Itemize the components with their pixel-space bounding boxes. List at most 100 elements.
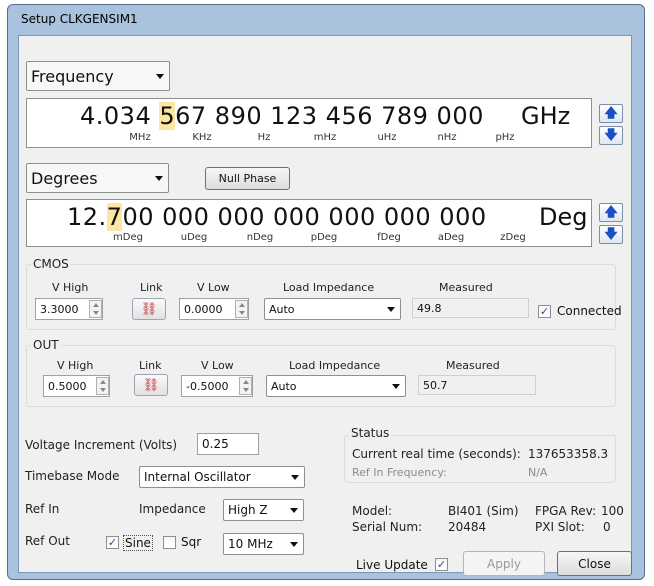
- phase-sub-unit: pDeg: [310, 232, 338, 243]
- arrow-down-icon: 🡇: [604, 227, 618, 242]
- ref-out-label: Ref Out: [25, 534, 70, 548]
- phase-sub-unit: fDeg: [377, 232, 401, 243]
- ref-in-label: Ref In: [25, 502, 60, 516]
- dialog-window: Setup CLKGENSIM1 Frequency 4.034 567 890…: [7, 4, 645, 580]
- pxi-slot-value: 0: [603, 520, 611, 534]
- phase-unit: Deg: [539, 203, 588, 231]
- cmos-link-button[interactable]: ⛓: [132, 298, 166, 320]
- phase-increment-button[interactable]: 🡅: [599, 203, 623, 222]
- out-group-title: OUT: [31, 338, 61, 352]
- window-title: Setup CLKGENSIM1: [21, 12, 138, 26]
- frequency-sub-units: MHz KHz Hz mHz uHz nHz pHz: [27, 132, 587, 146]
- connected-checkbox[interactable]: ✓: [538, 305, 551, 318]
- frequency-mode-value: Frequency: [31, 66, 114, 86]
- out-load-value: Auto: [271, 379, 297, 393]
- chevron-down-icon: [290, 542, 298, 547]
- cmos-group-title: CMOS: [31, 257, 71, 271]
- dialog-client-area: Frequency 4.034 567 890 123 456 789 000 …: [18, 35, 632, 576]
- sine-checkbox[interactable]: ✓: [106, 536, 119, 549]
- frequency-increment-button[interactable]: 🡅: [599, 104, 623, 123]
- chevron-down-icon: [290, 508, 298, 513]
- sqr-checkbox[interactable]: [163, 536, 176, 549]
- sine-label: Sine: [123, 535, 153, 551]
- cmos-measured-label: Measured: [439, 281, 493, 294]
- frequency-display[interactable]: 4.034 567 890 123 456 789 000 GHz MHz KH…: [26, 98, 592, 148]
- cmos-vlow-spinner[interactable]: [235, 300, 248, 318]
- frequency-sub-unit: Hz: [257, 132, 271, 143]
- phase-mode-value: Degrees: [31, 168, 98, 188]
- out-link-label: Link: [139, 359, 162, 372]
- frequency-sub-unit: KHz: [192, 132, 212, 143]
- chevron-down-icon: [156, 74, 164, 79]
- fpga-rev-value: 100: [601, 504, 624, 518]
- phase-sub-unit: nDeg: [246, 232, 274, 243]
- phase-sub-unit: aDeg: [437, 232, 465, 243]
- frequency-decrement-button[interactable]: 🡇: [599, 126, 623, 145]
- out-measured-label: Measured: [446, 359, 500, 372]
- link-icon: ⛓: [142, 377, 160, 393]
- cmos-group: [26, 264, 616, 330]
- out-load-dropdown[interactable]: Auto: [266, 375, 406, 397]
- chevron-down-icon: [291, 475, 299, 480]
- connected-label: Connected: [557, 304, 622, 318]
- arrow-up-icon: 🡅: [604, 106, 618, 121]
- frequency-sub-unit: mHz: [313, 132, 337, 143]
- voltage-increment-label: Voltage Increment (Volts): [25, 438, 178, 452]
- fpga-rev-label: FPGA Rev:: [535, 504, 597, 518]
- cmos-vhigh-label: V High: [52, 281, 89, 294]
- frequency-digits-trailing: 67 890 123 456 789 000: [175, 102, 484, 130]
- cmos-vlow-label: V Low: [197, 281, 230, 294]
- link-icon: ⛓: [140, 301, 158, 317]
- apply-button[interactable]: Apply: [463, 551, 545, 576]
- model-label: Model:: [352, 504, 393, 518]
- phase-display[interactable]: 12.700 000 000 000 000 000 000 Deg mDeg …: [26, 199, 592, 247]
- frequency-sub-unit: pHz: [495, 132, 515, 143]
- null-phase-button[interactable]: Null Phase: [205, 167, 290, 190]
- voltage-increment-input[interactable]: 0.25: [197, 433, 259, 455]
- timebase-mode-dropdown[interactable]: Internal Oscillator: [139, 466, 305, 488]
- out-vhigh-spinner[interactable]: [96, 377, 109, 395]
- frequency-selected-digit[interactable]: 5: [159, 102, 176, 130]
- close-button[interactable]: Close: [557, 551, 632, 576]
- impedance-dropdown[interactable]: High Z: [223, 499, 304, 521]
- frequency-sub-unit: uHz: [377, 132, 397, 143]
- cmos-measured-value: 49.8: [412, 298, 529, 318]
- frequency-sub-unit: MHz: [129, 132, 151, 143]
- chevron-down-icon: [392, 384, 400, 389]
- cmos-load-dropdown[interactable]: Auto: [264, 298, 401, 320]
- realtime-label: Current real time (seconds):: [352, 447, 521, 461]
- out-vlow-spinner[interactable]: [239, 377, 252, 395]
- out-vlow-label: V Low: [201, 359, 234, 372]
- phase-sub-unit: zDeg: [500, 232, 526, 243]
- cmos-link-label: Link: [140, 281, 163, 294]
- live-update-checkbox[interactable]: ✓: [435, 558, 448, 571]
- timebase-mode-value: Internal Oscillator: [144, 470, 251, 484]
- arrow-down-icon: 🡇: [604, 128, 618, 143]
- out-vhigh-label: V High: [57, 359, 94, 372]
- pxi-slot-label: PXI Slot:: [535, 520, 585, 534]
- phase-sub-unit: uDeg: [180, 232, 208, 243]
- out-link-button[interactable]: ⛓: [134, 374, 168, 396]
- frequency-digits: 4.034 567 890 123 456 789 000: [80, 102, 484, 130]
- phase-digits: 12.700 000 000 000 000 000 000: [67, 203, 487, 231]
- phase-mode-dropdown[interactable]: Degrees: [26, 163, 169, 193]
- phase-selected-digit[interactable]: 7: [106, 203, 123, 231]
- impedance-value: High Z: [228, 503, 268, 517]
- realtime-value: 137653358.3: [528, 447, 609, 461]
- chevron-down-icon: [387, 307, 395, 312]
- phase-sub-units: mDeg uDeg nDeg pDeg fDeg aDeg zDeg: [27, 232, 587, 246]
- cmos-vhigh-spinner[interactable]: [89, 300, 102, 318]
- frequency-mode-dropdown[interactable]: Frequency: [26, 61, 170, 91]
- phase-decrement-button[interactable]: 🡇: [599, 225, 623, 244]
- ref-in-frequency-value: N/A: [528, 466, 548, 479]
- cmos-load-label: Load Impedance: [283, 281, 375, 294]
- timebase-mode-label: Timebase Mode: [25, 469, 120, 483]
- title-bar[interactable]: Setup CLKGENSIM1: [8, 5, 644, 31]
- phase-digits-leading: 12.: [67, 203, 107, 231]
- frequency-unit: GHz: [521, 102, 571, 130]
- frequency-sub-unit: nHz: [437, 132, 457, 143]
- sqr-label: Sqr: [181, 535, 202, 549]
- ref-out-frequency-dropdown[interactable]: 10 MHz: [223, 533, 304, 555]
- ref-in-frequency-label: Ref In Frequency:: [352, 466, 447, 479]
- chevron-down-icon: [155, 176, 163, 181]
